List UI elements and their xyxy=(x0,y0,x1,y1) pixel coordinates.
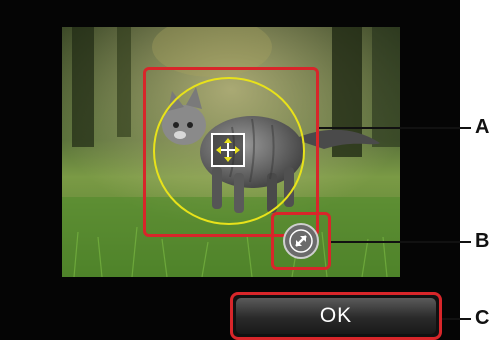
annotated-screenshot: OK A B C xyxy=(0,0,496,340)
move-arrows-glyph xyxy=(216,138,240,162)
callout-label-c: C xyxy=(475,307,490,329)
ok-button-label: OK xyxy=(236,298,436,334)
callout-line-c xyxy=(442,318,471,320)
printer-lcd-screen: OK xyxy=(0,0,460,340)
ok-button[interactable]: OK xyxy=(230,292,442,340)
four-arrow-move-icon[interactable] xyxy=(211,133,245,167)
callout-label-b: B xyxy=(475,230,490,252)
callout-label-a: A xyxy=(475,116,490,138)
resize-glyph xyxy=(289,229,313,253)
diagonal-resize-icon[interactable] xyxy=(283,223,319,259)
callout-line-b xyxy=(331,241,471,243)
callout-line-a xyxy=(319,127,471,129)
